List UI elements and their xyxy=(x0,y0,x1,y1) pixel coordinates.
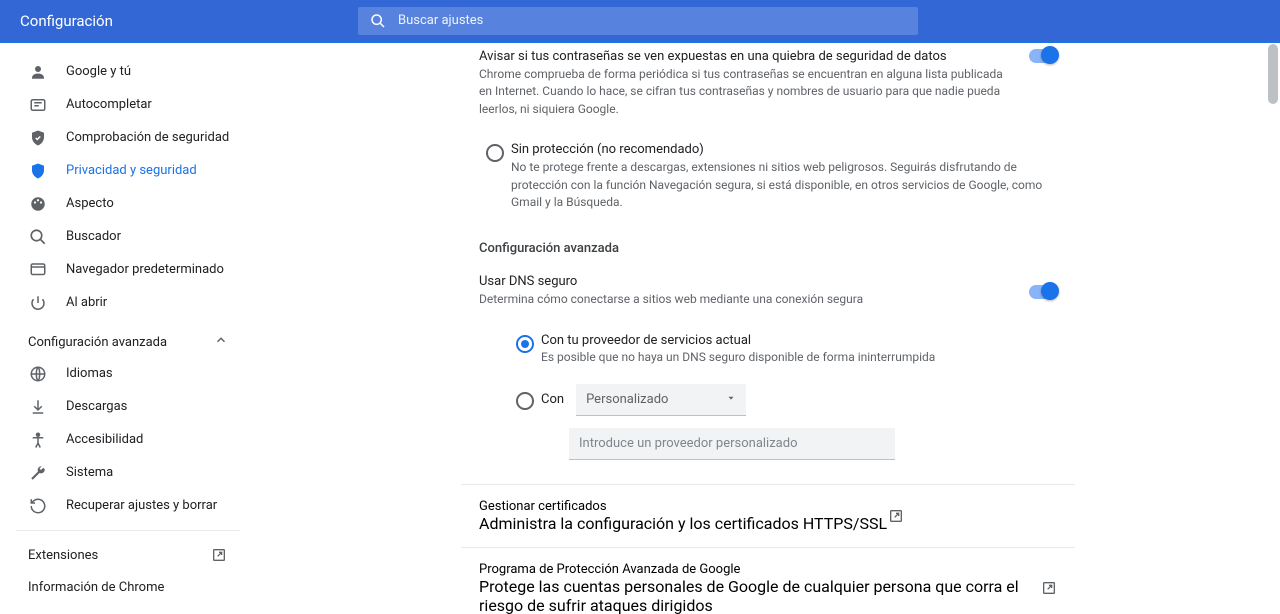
sidebar-item-privacy[interactable]: Privacidad y seguridad xyxy=(0,154,244,187)
sidebar-item-on-startup[interactable]: Al abrir xyxy=(0,286,244,319)
sidebar-item-label: Aspecto xyxy=(66,196,114,211)
dns-current-provider-desc: Es posible que no haya un DNS seguro dis… xyxy=(541,350,935,364)
dns-current-provider-radio[interactable] xyxy=(516,335,534,353)
search-icon xyxy=(28,227,48,247)
shield-icon xyxy=(28,161,48,181)
globe-icon xyxy=(28,364,48,384)
manage-certificates-title: Gestionar certificados xyxy=(479,499,887,514)
sidebar-item-about[interactable]: Información de Chrome xyxy=(0,572,256,603)
sidebar-item-appearance[interactable]: Aspecto xyxy=(0,187,244,220)
no-protection-desc: No te protege frente a descargas, extens… xyxy=(511,159,1057,211)
dns-current-provider-label: Con tu proveedor de servicios actual xyxy=(541,333,935,348)
wrench-icon xyxy=(28,463,48,483)
sidebar-item-label: Navegador predeterminado xyxy=(66,262,224,277)
advanced-section-title: Configuración avanzada xyxy=(461,223,1075,262)
sidebar-item-label: Autocompletar xyxy=(66,97,152,112)
sidebar-item-system[interactable]: Sistema xyxy=(0,456,244,489)
autocomplete-icon xyxy=(28,95,48,115)
search-icon xyxy=(358,13,398,29)
person-icon xyxy=(28,62,48,82)
advanced-protection-row[interactable]: Programa de Protección Avanzada de Googl… xyxy=(461,547,1075,614)
sidebar-item-safety-check[interactable]: Comprobación de seguridad xyxy=(0,121,244,154)
download-icon xyxy=(28,397,48,417)
dns-provider-select-value: Personalizado xyxy=(586,392,668,407)
advanced-protection-title: Programa de Protección Avanzada de Googl… xyxy=(479,562,1041,577)
open-external-icon xyxy=(210,546,228,564)
header-bar: Configuración xyxy=(0,0,1280,41)
dns-provider-select[interactable]: Personalizado xyxy=(576,384,746,416)
manage-certificates-row[interactable]: Gestionar certificados Administra la con… xyxy=(461,484,1075,547)
chevron-up-icon xyxy=(214,333,228,351)
secure-dns-desc: Determina cómo conectarse a sitios web m… xyxy=(479,291,1013,308)
dns-custom-with-label: Con xyxy=(541,392,564,407)
sidebar-item-label: Recuperar ajustes y borrar xyxy=(66,498,217,513)
sidebar-item-accessibility[interactable]: Accesibilidad xyxy=(0,423,244,456)
sidebar-item-label: Accesibilidad xyxy=(66,432,143,447)
sidebar-item-google[interactable]: Google y tú xyxy=(0,55,244,88)
sidebar-item-reset[interactable]: Recuperar ajustes y borrar xyxy=(0,489,244,522)
content-area: Avisar si tus contraseñas se ven expuest… xyxy=(256,43,1280,614)
sidebar-item-downloads[interactable]: Descargas xyxy=(0,390,244,423)
sidebar-item-extensions[interactable]: Extensiones xyxy=(0,538,256,572)
sidebar-item-default-browser[interactable]: Navegador predeterminado xyxy=(0,253,244,286)
manage-certificates-desc: Administra la configuración y los certif… xyxy=(479,514,887,533)
sidebar-item-autocomplete[interactable]: Autocompletar xyxy=(0,88,244,121)
default-browser-icon xyxy=(28,260,48,280)
dns-custom-provider-placeholder: Introduce un proveedor personalizado xyxy=(579,436,798,451)
extensions-label: Extensiones xyxy=(28,548,98,563)
sidebar-advanced-toggle[interactable]: Configuración avanzada xyxy=(0,319,256,357)
accessibility-icon xyxy=(28,430,48,450)
open-external-icon xyxy=(887,507,905,525)
sidebar-item-label: Al abrir xyxy=(66,295,107,310)
search-input[interactable] xyxy=(398,13,918,28)
password-breach-warn-desc: Chrome comprueba de forma periódica si t… xyxy=(479,66,1013,118)
secure-dns-title: Usar DNS seguro xyxy=(479,274,1013,289)
sidebar-item-label: Idiomas xyxy=(66,366,113,381)
secure-dns-toggle[interactable] xyxy=(1029,285,1057,299)
search-box[interactable] xyxy=(358,7,918,35)
no-protection-title: Sin protección (no recomendado) xyxy=(511,142,1057,157)
chevron-down-icon xyxy=(726,392,736,407)
scrollbar-thumb[interactable] xyxy=(1268,44,1278,104)
paint-icon xyxy=(28,194,48,214)
password-breach-warn-title: Avisar si tus contraseñas se ven expuest… xyxy=(479,49,1013,64)
dns-custom-provider-input[interactable]: Introduce un proveedor personalizado xyxy=(569,428,895,460)
power-icon xyxy=(28,293,48,313)
sidebar-item-label: Google y tú xyxy=(66,64,131,79)
restore-icon xyxy=(28,496,48,516)
sidebar-item-label: Comprobación de seguridad xyxy=(66,130,229,145)
sidebar-item-search-engine[interactable]: Buscador xyxy=(0,220,244,253)
page-title: Configuración xyxy=(20,12,358,30)
password-breach-warn-toggle[interactable] xyxy=(1029,49,1057,63)
sidebar-item-label: Descargas xyxy=(66,399,127,414)
sidebar-item-label: Buscador xyxy=(66,229,121,244)
sidebar: Google y tú Autocompletar Comprobación d… xyxy=(0,43,256,614)
sidebar-item-label: Privacidad y seguridad xyxy=(66,163,197,178)
dns-custom-provider-radio[interactable] xyxy=(516,392,534,410)
sidebar-item-languages[interactable]: Idiomas xyxy=(0,357,244,390)
advanced-header-label: Configuración avanzada xyxy=(28,335,167,350)
about-label: Información de Chrome xyxy=(28,580,164,595)
no-protection-radio[interactable] xyxy=(486,144,504,162)
sidebar-item-label: Sistema xyxy=(66,465,113,480)
open-external-icon xyxy=(1041,579,1057,597)
shield-check-icon xyxy=(28,128,48,148)
advanced-protection-desc: Protege las cuentas personales de Google… xyxy=(479,577,1041,614)
